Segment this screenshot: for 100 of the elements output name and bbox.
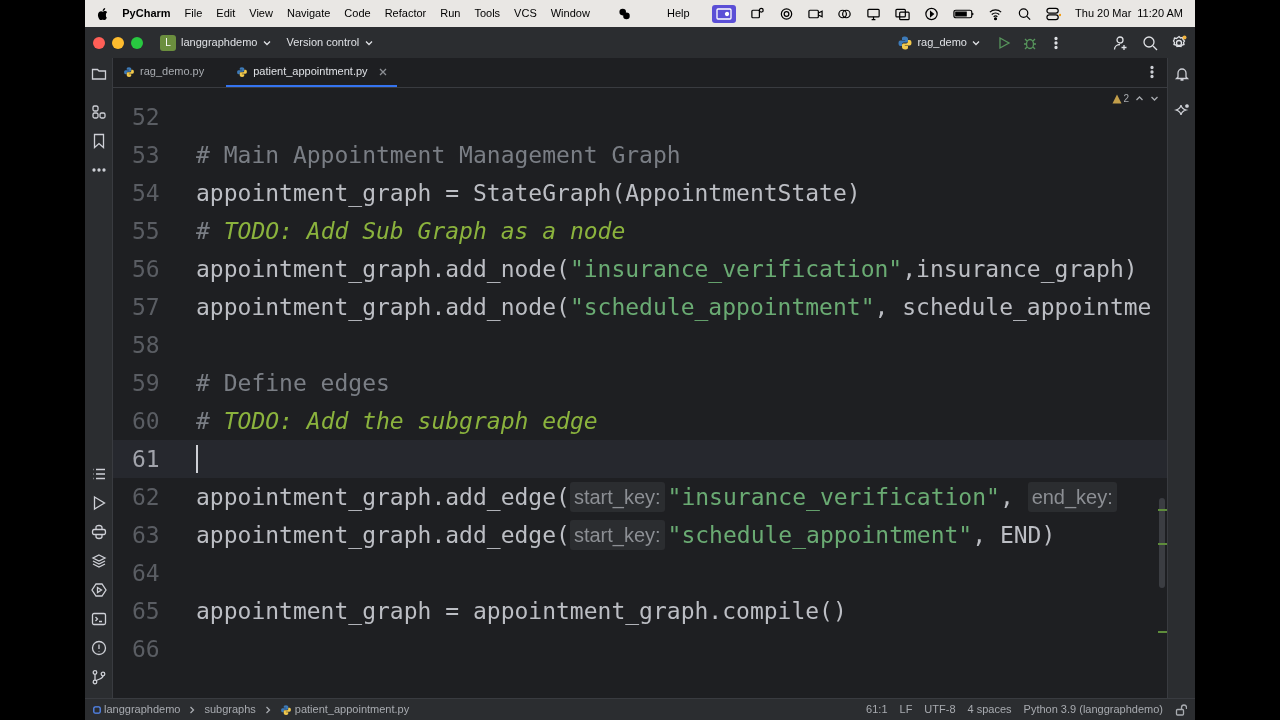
play-icon[interactable] [924,5,940,22]
editor-tab[interactable]: rag_demo.py [113,58,227,87]
folder-icon[interactable] [90,66,107,82]
code-token: # [196,216,211,246]
screen-icon [715,7,732,20]
status-item[interactable]: Python 3.9 (langgraphdemo) [1023,701,1163,718]
project-badge: L [160,34,176,51]
code-token: appointment_graph.add_edge( [196,520,570,551]
code-token: "insurance_verification" [667,482,1000,513]
line-number: 62 [131,482,161,512]
line-number: 65 [131,596,161,626]
menu-item[interactable]: Edit [216,5,236,22]
run-icon[interactable] [997,35,1011,50]
chevron-right-icon [188,705,197,714]
line-number: 56 [131,254,161,284]
list-icon[interactable] [90,466,107,482]
version-control-menu[interactable]: Version control [286,34,375,51]
menu-item[interactable]: Refactor [384,5,427,22]
status-item[interactable]: 61:1 [866,701,888,718]
change-marker [1158,509,1167,511]
control-center-icon[interactable] [1046,5,1062,22]
line-number: 61 [131,444,161,474]
line-number: 63 [131,520,161,550]
warning-count[interactable]: 2 [1112,91,1129,106]
python-console-icon[interactable] [90,524,107,540]
chevron-up-icon[interactable] [1135,94,1144,103]
menu-item[interactable]: View [249,5,273,22]
screen-share-button[interactable] [711,4,737,23]
menu-clock[interactable]: 11:20 AM [1137,5,1183,22]
code-token: , schedule_appointme [874,292,1152,323]
services-icon[interactable] [90,582,107,598]
code-token: ,insurance_graph) [902,254,1138,285]
parameter-hint: end_key: [1027,482,1117,512]
python-icon [236,65,249,78]
status-item[interactable]: LF [899,701,913,718]
chevron-down-icon[interactable] [1150,94,1159,103]
code-token: # Define edges [196,368,390,398]
git-icon[interactable] [90,669,107,685]
layers-icon[interactable] [90,553,107,569]
status-item[interactable]: 4 spaces [967,701,1012,718]
line-number: 57 [131,292,161,322]
line-number: 52 [131,102,161,132]
structure-icon[interactable] [90,104,107,120]
code-token: appointment_graph.add_node( [196,292,570,323]
breadcrumb[interactable]: subgraphs [204,701,256,718]
apple-icon[interactable] [97,6,109,21]
menu-item[interactable]: Tools [474,5,501,22]
editor-tab[interactable]: patient_appointment.py [226,58,397,87]
menu-item[interactable]: Help [667,5,690,22]
menu-item[interactable]: Run [440,5,461,22]
line-number: 60 [131,406,161,436]
scrollbar-thumb[interactable] [1159,498,1165,588]
parameter-hint: start_key: [569,520,665,550]
window-control[interactable] [131,36,143,49]
close-icon[interactable] [378,67,387,76]
module-icon [93,705,101,714]
code-token: appointment_graph = StateGraph(AppointmentState) [196,178,861,209]
change-marker [1158,631,1167,633]
chevron-right-icon [263,705,272,714]
code-token: , END) [972,520,1056,550]
breadcrumb[interactable]: patient_appointment.py [279,701,410,718]
menu-date[interactable]: Thu 20 Mar [1075,5,1132,22]
line-number: 59 [131,368,161,398]
text-caret [196,445,198,473]
menu-item[interactable]: File [184,5,203,22]
code-token: appointment_graph.add_node( [196,254,570,285]
menu-item[interactable]: Navigate [286,5,331,22]
line-number: 53 [131,140,161,170]
python-icon [279,703,292,716]
app-menu[interactable]: PyCharm [122,5,171,22]
code-token: # [196,406,211,436]
search-icon[interactable] [1142,34,1158,51]
line-number: 64 [131,558,161,588]
window-control[interactable] [112,36,124,49]
status-item[interactable]: UTF-8 [924,701,956,718]
line-number: 58 [131,330,161,360]
add-user-icon[interactable] [1113,34,1129,51]
parameter-hint: start_key: [569,482,665,512]
run-configuration-menu[interactable]: rag_demo [897,34,981,51]
warning-icon [1112,93,1123,104]
menu-item[interactable]: VCS [514,5,537,22]
code-token: appointment_graph = appointment_graph.compile() [196,596,847,627]
lock-icon[interactable] [1175,703,1187,716]
change-marker [1158,543,1167,545]
code-token: appointment_graph.add_edge( [196,482,570,513]
menu-item[interactable]: Window [550,5,590,22]
status-icon[interactable] [617,6,631,21]
code-token: # Main Appointment Management Graph [196,140,681,170]
terminal-icon[interactable] [90,611,107,627]
search-icon[interactable] [1017,5,1033,22]
notification-icon[interactable] [1173,66,1190,82]
window-control[interactable] [93,36,105,49]
breadcrumb[interactable]: langgraphdemo [93,701,181,718]
problems-icon[interactable] [90,640,107,656]
code-token: , [999,482,1015,512]
menu-item[interactable]: Code [344,5,371,22]
line-number: 54 [131,178,161,208]
code-token: TODO: Add Sub Graph as a node [223,216,626,246]
project-menu[interactable]: langgraphdemo [181,34,273,51]
python-icon [123,65,135,78]
